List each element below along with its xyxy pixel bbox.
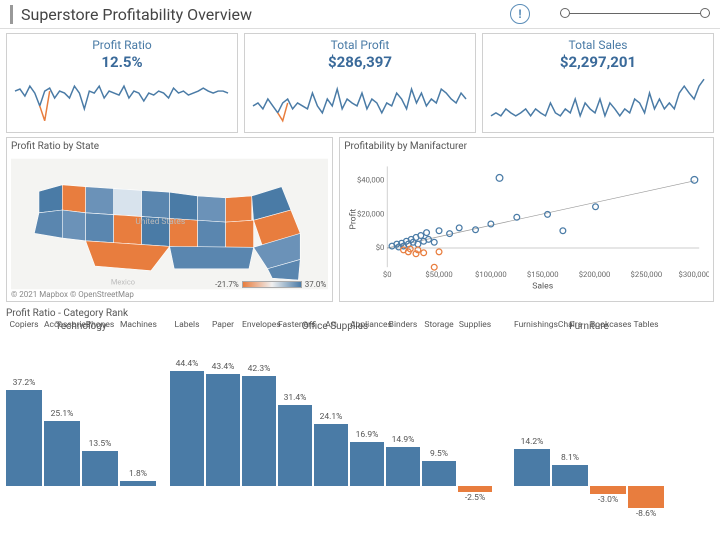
svg-text:$250,000: $250,000 [631,270,663,279]
map-legend: -21.7% 37.0% [215,280,326,289]
svg-text:$300,000: $300,000 [679,270,709,279]
mid-row: Profit Ratio by State [0,137,720,306]
svg-text:Sales: Sales [532,281,553,291]
bar[interactable]: Binders14.9% [386,334,420,486]
kpi-label: Total Sales [489,38,707,52]
svg-text:United States: United States [135,217,185,227]
bar[interactable]: Furnishings14.2% [514,334,550,486]
bars-container: Copiers37.2%Accessories25.1%Phones13.5%M… [6,334,156,486]
us-map: United States Mexico [11,154,328,294]
bars-container: Furnishings14.2%Chairs8.1%Bookcases-3.0%… [514,334,664,486]
svg-text:$200,000: $200,000 [579,270,611,279]
bar-group: TechnologyCopiers37.2%Accessories25.1%Ph… [6,321,156,486]
info-icon[interactable]: ! [510,4,530,24]
bar[interactable]: Labels44.4% [170,334,204,486]
svg-text:$0: $0 [383,270,392,279]
svg-text:$100,000: $100,000 [475,270,507,279]
svg-text:$50,000: $50,000 [426,270,453,279]
bar[interactable]: Machines1.8% [120,334,156,486]
svg-text:$150,000: $150,000 [527,270,559,279]
kpi-value: 12.5% [13,53,231,71]
map-title: Profit Ratio by State [11,141,328,152]
bar-group: Office SuppliesLabels44.4%Paper43.4%Enve… [170,321,500,486]
bar[interactable]: Fasteners31.4% [278,334,312,486]
kpi-value: $2,297,201 [489,53,707,71]
bar[interactable]: Accessories25.1% [44,334,80,486]
bars-title: Profit Ratio - Category Rank [6,308,714,319]
bar[interactable]: Tables-8.6% [628,334,664,486]
kpi-label: Total Profit [251,38,469,52]
kpi-total-profit[interactable]: Total Profit $286,397 [244,33,476,133]
bar[interactable]: Supplies-2.5% [458,334,492,486]
sparkline-profit-ratio [13,71,231,126]
bars-container: Labels44.4%Paper43.4%Envelopes42.3%Faste… [170,334,500,486]
scatter-title: Profitability by Manifacturer [344,141,709,152]
bar-group: FurnitureFurnishings14.2%Chairs8.1%Bookc… [514,321,664,486]
kpi-profit-ratio[interactable]: Profit Ratio 12.5% [6,33,238,133]
bar[interactable]: Art24.1% [314,334,348,486]
scatter-plot: $0 $20,000 $40,000 $0 $50,000 $100,000 $… [344,154,709,294]
map-attribution: © 2021 Mapbox © OpenStreetMap [11,290,134,299]
svg-text:Profit: Profit [349,209,359,230]
bars-groups: TechnologyCopiers37.2%Accessories25.1%Ph… [6,321,714,486]
kpi-value: $286,397 [251,53,469,71]
bar[interactable]: Copiers37.2% [6,334,42,486]
bar[interactable]: Phones13.5% [82,334,118,486]
sparkline-total-sales [489,71,707,126]
bar[interactable]: Paper43.4% [206,334,240,486]
kpi-total-sales[interactable]: Total Sales $2,297,201 [482,33,714,133]
svg-text:$0: $0 [376,243,385,252]
sparkline-total-profit [251,71,469,126]
bar[interactable]: Bookcases-3.0% [590,334,626,486]
scatter-panel[interactable]: Profitability by Manifacturer $0 $20,000… [339,137,714,302]
bar[interactable]: Chairs8.1% [552,334,588,486]
kpi-label: Profit Ratio [13,38,231,52]
svg-text:$20,000: $20,000 [357,209,384,218]
header: Superstore Profitability Overview ! [0,0,720,29]
kpi-row: Profit Ratio 12.5% Total Profit $286,397… [0,29,720,137]
bar[interactable]: Envelopes42.3% [242,334,276,486]
range-slider[interactable] [560,4,710,24]
map-panel[interactable]: Profit Ratio by State [6,137,333,302]
svg-text:Mexico: Mexico [111,278,135,287]
bars-section: Profit Ratio - Category Rank TechnologyC… [0,306,720,486]
page-title: Superstore Profitability Overview [10,5,510,24]
bar[interactable]: Appliances16.9% [350,334,384,486]
bar[interactable]: Storage9.5% [422,334,456,486]
svg-text:$40,000: $40,000 [357,176,384,185]
